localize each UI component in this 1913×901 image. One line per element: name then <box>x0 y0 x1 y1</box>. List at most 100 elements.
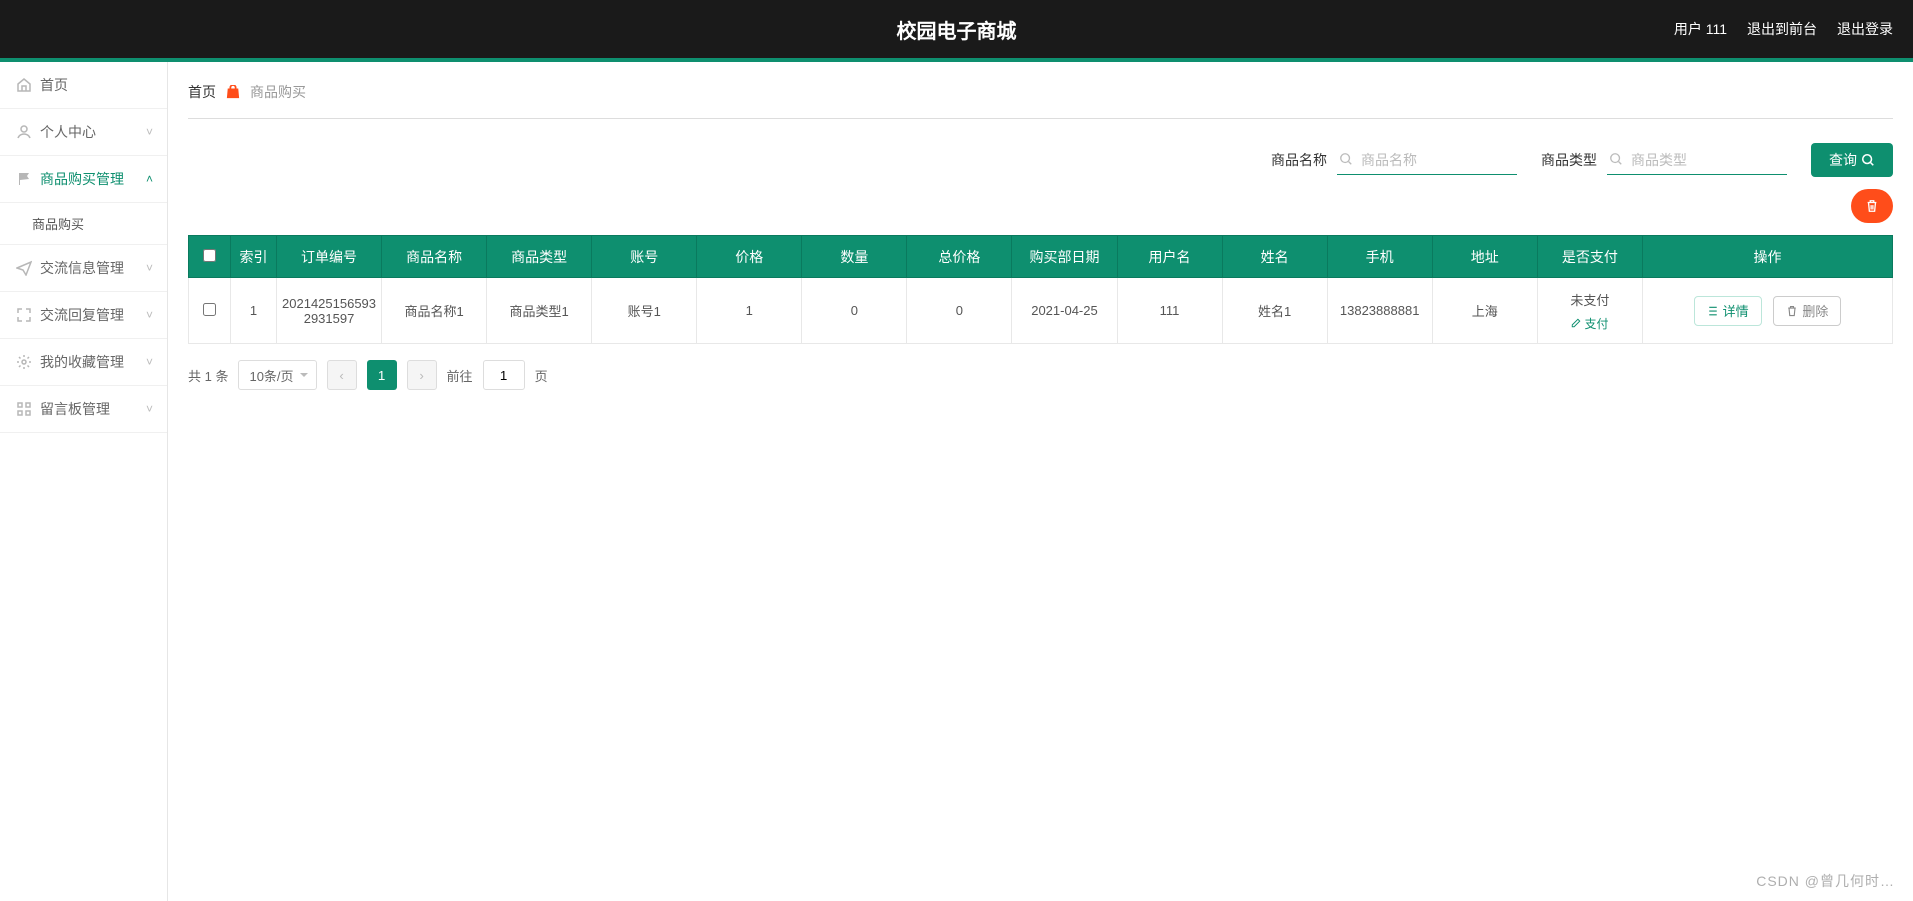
pagination: 共 1 条 10条/页 ‹ 1 › 前往 页 <box>188 360 1893 390</box>
pager-prev-button[interactable]: ‹ <box>327 360 357 390</box>
breadcrumb-home[interactable]: 首页 <box>188 82 216 102</box>
sidebar-item-personal[interactable]: 个人中心 ˅ <box>0 109 167 156</box>
page-size-select[interactable]: 10条/页 <box>238 360 316 390</box>
cell-address: 上海 <box>1432 278 1537 344</box>
app-title: 校园电子商城 <box>897 15 1017 44</box>
trash-icon <box>1865 199 1879 213</box>
edit-icon <box>1571 318 1581 328</box>
pager-page-1[interactable]: 1 <box>367 360 397 390</box>
col-header: 姓名 <box>1222 236 1327 278</box>
grid-icon <box>16 401 32 417</box>
col-header: 地址 <box>1432 236 1537 278</box>
exit-to-front-link[interactable]: 退出到前台 <box>1747 19 1817 39</box>
col-header: 订单编号 <box>277 236 382 278</box>
query-button[interactable]: 查询 <box>1811 143 1893 177</box>
pay-action-link[interactable]: 支付 <box>1571 315 1608 332</box>
cell-buy-date: 2021-04-25 <box>1012 278 1117 344</box>
col-header: 索引 <box>231 236 277 278</box>
query-button-label: 查询 <box>1829 150 1857 170</box>
sidebar-item-messageboard[interactable]: 留言板管理 ˅ <box>0 386 167 433</box>
gear-icon <box>16 354 32 370</box>
sidebar-item-favorites[interactable]: 我的收藏管理 ˅ <box>0 339 167 386</box>
col-header: 数量 <box>802 236 907 278</box>
cell-username: 111 <box>1117 278 1222 344</box>
filter-product-type: 商品类型 <box>1541 145 1787 175</box>
chevron-down-icon: ˅ <box>146 308 153 322</box>
breadcrumb-current: 商品购买 <box>250 82 306 102</box>
pager-goto-input[interactable] <box>483 360 525 390</box>
cell-index: 1 <box>231 278 277 344</box>
chevron-down-icon: ˅ <box>146 402 153 416</box>
chevron-down-icon: ˅ <box>146 125 153 139</box>
pager-goto-pre: 前往 <box>447 366 473 385</box>
product-type-input[interactable] <box>1607 145 1787 175</box>
list-icon <box>1707 305 1719 317</box>
col-checkbox <box>189 236 231 278</box>
filter-bar: 商品名称 商品类型 查询 <box>188 143 1893 177</box>
main-content: 首页 商品购买 商品名称 商品类型 查询 <box>168 62 1913 901</box>
table-row: 1 20214251565932931597 商品名称1 商品类型1 账号1 1… <box>189 278 1893 344</box>
product-name-input[interactable] <box>1337 145 1517 175</box>
chevron-up-icon: ˄ <box>146 172 153 186</box>
cell-pay: 未支付 支付 <box>1537 278 1642 344</box>
chevron-down-icon: ˅ <box>146 261 153 275</box>
cell-actions: 详情 删除 <box>1643 278 1893 344</box>
cell-prod-type: 商品类型1 <box>487 278 592 344</box>
col-header: 账号 <box>592 236 697 278</box>
sidebar-item-exchange-info[interactable]: 交流信息管理 ˅ <box>0 245 167 292</box>
pager-total: 共 1 条 <box>188 366 228 385</box>
col-header: 用户名 <box>1117 236 1222 278</box>
sidebar-item-label: 交流信息管理 <box>40 258 124 278</box>
cell-order-no: 20214251565932931597 <box>277 278 382 344</box>
search-icon <box>1339 152 1353 166</box>
pager-goto-post: 页 <box>535 366 548 385</box>
row-checkbox[interactable] <box>203 303 216 316</box>
sidebar: 首页 个人中心 ˅ 商品购买管理 ˄ 商品购买 交流信息管理 ˅ 交流回复管理 … <box>0 62 168 901</box>
cell-realname: 姓名1 <box>1222 278 1327 344</box>
sidebar-subitem-purchase[interactable]: 商品购买 <box>0 203 167 245</box>
filter-type-label: 商品类型 <box>1541 150 1597 170</box>
flag-icon <box>16 171 32 187</box>
fullscreen-icon <box>16 307 32 323</box>
sidebar-item-label: 交流回复管理 <box>40 305 124 325</box>
sidebar-item-label: 留言板管理 <box>40 399 110 419</box>
header-actions: 用户 111 退出到前台 退出登录 <box>1674 19 1893 39</box>
user-icon <box>16 124 32 140</box>
sidebar-subitem-label: 商品购买 <box>32 214 84 233</box>
cell-phone: 13823888881 <box>1327 278 1432 344</box>
cell-account: 账号1 <box>592 278 697 344</box>
col-header: 价格 <box>697 236 802 278</box>
sidebar-item-label: 我的收藏管理 <box>40 352 124 372</box>
data-table: 索引 订单编号 商品名称 商品类型 账号 价格 数量 总价格 购买部日期 用户名… <box>188 235 1893 344</box>
cell-qty: 0 <box>802 278 907 344</box>
current-user-label[interactable]: 用户 111 <box>1674 19 1727 39</box>
cell-price: 1 <box>697 278 802 344</box>
detail-button[interactable]: 详情 <box>1694 296 1762 326</box>
pay-status-text: 未支付 <box>1570 290 1609 309</box>
top-header: 校园电子商城 用户 111 退出到前台 退出登录 <box>0 0 1913 62</box>
col-header: 手机 <box>1327 236 1432 278</box>
sidebar-item-exchange-reply[interactable]: 交流回复管理 ˅ <box>0 292 167 339</box>
watermark: CSDN @曾几何时… <box>1756 871 1895 891</box>
bulk-action-row <box>188 189 1893 223</box>
send-icon <box>16 260 32 276</box>
logout-link[interactable]: 退出登录 <box>1837 19 1893 39</box>
select-all-checkbox[interactable] <box>203 249 216 262</box>
col-header: 总价格 <box>907 236 1012 278</box>
sidebar-item-label: 个人中心 <box>40 122 96 142</box>
bulk-delete-button[interactable] <box>1851 189 1893 223</box>
shopping-bag-icon <box>226 85 240 99</box>
filter-name-label: 商品名称 <box>1271 150 1327 170</box>
pager-next-button[interactable]: › <box>407 360 437 390</box>
home-icon <box>16 77 32 93</box>
cell-total: 0 <box>907 278 1012 344</box>
col-header: 是否支付 <box>1537 236 1642 278</box>
trash-icon <box>1786 305 1798 317</box>
col-header: 购买部日期 <box>1012 236 1117 278</box>
sidebar-item-label: 首页 <box>40 75 68 95</box>
sidebar-item-home[interactable]: 首页 <box>0 62 167 109</box>
row-delete-button[interactable]: 删除 <box>1773 296 1841 326</box>
sidebar-item-label: 商品购买管理 <box>40 169 124 189</box>
sidebar-item-purchase-manage[interactable]: 商品购买管理 ˄ <box>0 156 167 203</box>
chevron-down-icon: ˅ <box>146 355 153 369</box>
